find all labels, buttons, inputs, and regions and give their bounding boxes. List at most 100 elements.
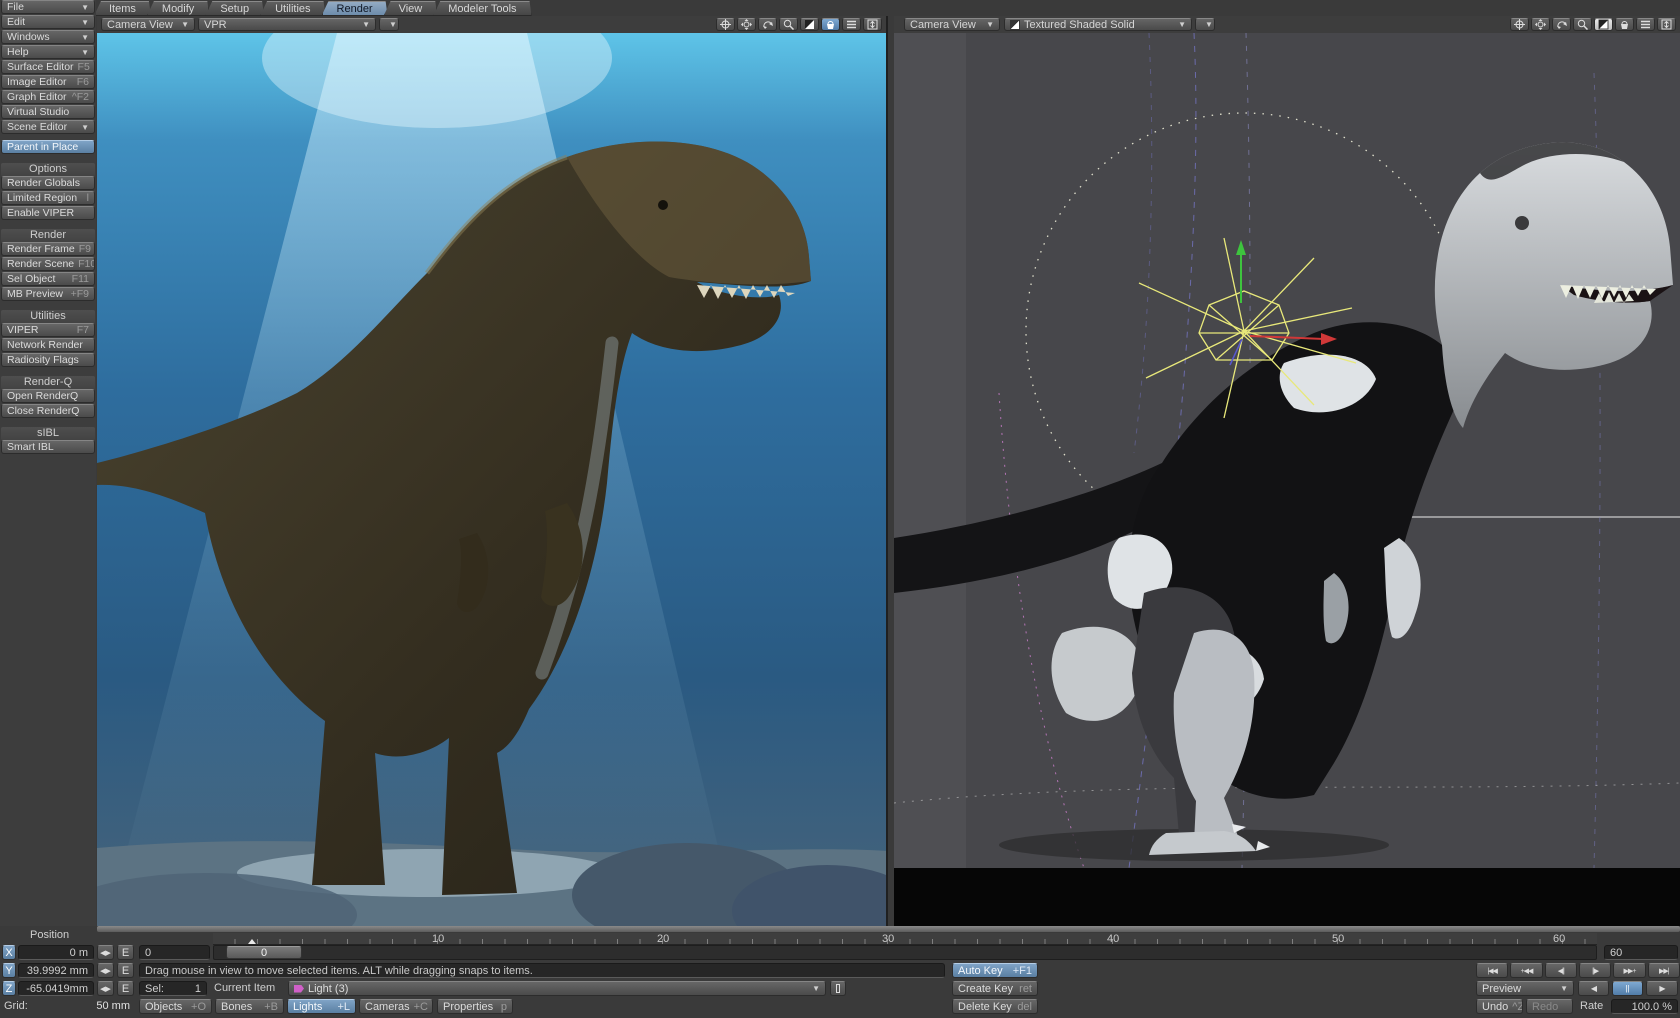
z-stepper[interactable]: ◀▶ [97,981,114,996]
tab-items[interactable]: Items [94,1,151,16]
vpr-render-view[interactable] [97,33,886,928]
single-view-icon[interactable] [1594,18,1613,31]
view-type-dropdown[interactable]: Camera View▼ [101,18,195,31]
tab-render[interactable]: Render [322,1,388,16]
end-frame-field[interactable]: 60 [1604,945,1678,960]
tab-view[interactable]: View [384,1,438,16]
position-y-field[interactable]: 39.9992 mm [18,963,94,978]
chevron-down-icon: ▼ [1174,20,1186,29]
menu-file[interactable]: File▼ [1,0,95,14]
maximize-view-icon[interactable] [1657,18,1676,31]
maximize-view-icon[interactable] [863,18,882,31]
vpr-bucket-icon[interactable] [821,18,840,31]
x-stepper[interactable]: ◀▶ [97,945,114,960]
close-renderq-button[interactable]: Close RenderQ [1,404,95,418]
center-item-icon[interactable] [1510,18,1529,31]
x-envelope-button[interactable]: E [117,945,134,960]
tab-setup[interactable]: Setup [205,1,264,16]
y-stepper[interactable]: ◀▶ [97,963,114,978]
render-scene-button[interactable]: Render SceneF10 [1,257,95,271]
vpr-bucket-icon[interactable] [1615,18,1634,31]
next-key-button[interactable]: ▶▶+ [1613,963,1645,978]
group-header-render: Render [1,229,95,242]
auto-key-button[interactable]: Auto Key+F1 [952,963,1038,978]
rotate-view-icon[interactable] [1552,18,1571,31]
go-start-button[interactable]: |◀◀ [1476,963,1508,978]
position-x-field[interactable]: 0 m [18,945,94,960]
rotate-view-icon[interactable] [758,18,777,31]
move-view-icon[interactable] [737,18,756,31]
panel-divider-handle[interactable] [97,926,1680,932]
item-list-popup-button[interactable] [830,981,846,996]
viewport-options-dropdown[interactable]: ▼ [379,18,399,31]
sel-object-button[interactable]: Sel ObjectF11 [1,272,95,286]
x-axis-button[interactable]: X [2,945,16,960]
smart-ibl-button[interactable]: Smart IBL [1,440,95,454]
virtual-studio-button[interactable]: Virtual Studio [1,105,95,119]
menu-help[interactable]: Help▼ [1,45,95,59]
timeline-ruler[interactable]: 10 20 30 40 50 60 [213,933,1597,945]
current-item-dropdown[interactable]: Light (3) ▼ [288,981,826,996]
lightwave-layout-window: Items Modify Setup Utilities Render View… [0,0,1680,1018]
viewport-menu-icon[interactable] [842,18,861,31]
move-view-icon[interactable] [1531,18,1550,31]
menu-windows[interactable]: Windows▼ [1,30,95,44]
center-item-icon[interactable] [716,18,735,31]
timeline-track[interactable]: 0 [213,945,1597,960]
current-frame-field[interactable]: 0 [139,945,210,960]
tab-modeler-tools[interactable]: Modeler Tools [433,1,531,16]
go-end-button[interactable]: ▶▶| [1648,963,1680,978]
position-z-field[interactable]: -65.0419mm [18,981,94,996]
z-axis-button[interactable]: Z [2,981,16,996]
viper-button[interactable]: VIPERF7 [1,323,95,337]
zoom-view-icon[interactable] [1573,18,1592,31]
graph-editor-button[interactable]: Graph Editor^F2 [1,90,95,104]
render-frame-button[interactable]: Render FrameF9 [1,242,95,256]
play-forward-button[interactable]: ▶ [1646,981,1678,996]
preview-dropdown[interactable]: Preview▼ [1476,981,1574,996]
limited-region-button[interactable]: Limited Regionl [1,191,95,205]
image-editor-button[interactable]: Image EditorF6 [1,75,95,89]
y-envelope-button[interactable]: E [117,963,134,978]
view-type-dropdown[interactable]: Camera View▼ [904,18,1000,31]
single-view-icon[interactable] [800,18,819,31]
mb-preview-button[interactable]: MB Preview+F9 [1,287,95,301]
open-renderq-button[interactable]: Open RenderQ [1,389,95,403]
undo-button[interactable]: Undo^Z [1476,999,1523,1014]
bottom-panel: Position 10 20 30 40 50 60 X 0 m ◀▶ E 0 … [0,926,1680,1018]
properties-button[interactable]: Propertiesp [437,999,513,1014]
viewport-menu-icon[interactable] [1636,18,1655,31]
radiosity-flags-button[interactable]: Radiosity Flags [1,353,95,367]
surface-editor-button[interactable]: Surface EditorF5 [1,60,95,74]
redo-button[interactable]: Redo [1526,999,1573,1014]
delete-key-button[interactable]: Delete Keydel [952,999,1038,1014]
render-globals-button[interactable]: Render Globals [1,176,95,190]
z-envelope-button[interactable]: E [117,981,134,996]
rate-field[interactable]: 100.0 % [1611,999,1678,1014]
tab-utilities[interactable]: Utilities [260,1,325,16]
step-back-button[interactable]: ◀|| [1545,963,1577,978]
tab-modify[interactable]: Modify [147,1,209,16]
step-forward-button[interactable]: ||▶ [1579,963,1611,978]
objects-button[interactable]: Objects+O [139,999,212,1014]
chevron-down-icon: ▼ [77,3,89,12]
create-key-button[interactable]: Create Keyret [952,981,1038,996]
menu-edit[interactable]: Edit▼ [1,15,95,29]
opengl-scene-view[interactable] [894,33,1680,868]
bones-button[interactable]: Bones+B [215,999,284,1014]
parent-in-place-button[interactable]: Parent in Place [1,140,95,154]
network-render-button[interactable]: Network Render [1,338,95,352]
render-mode-dropdown[interactable]: VPR▼ [198,18,376,31]
shading-mode-dropdown[interactable]: Textured Shaded Solid▼ [1004,18,1192,31]
zoom-view-icon[interactable] [779,18,798,31]
scene-editor-button[interactable]: Scene Editor▼ [1,120,95,134]
cameras-button[interactable]: Cameras+C [359,999,433,1014]
timeline-slider-handle[interactable]: 0 [226,946,302,959]
play-reverse-button[interactable]: ◀ [1578,981,1609,996]
viewport-options-dropdown[interactable]: ▼ [1195,18,1215,31]
enable-viper-button[interactable]: Enable VIPER [1,206,95,220]
lights-button[interactable]: Lights+L [287,999,356,1014]
prev-key-button[interactable]: +◀◀ [1510,963,1542,978]
pause-button[interactable]: || [1612,981,1643,996]
y-axis-button[interactable]: Y [2,963,16,978]
